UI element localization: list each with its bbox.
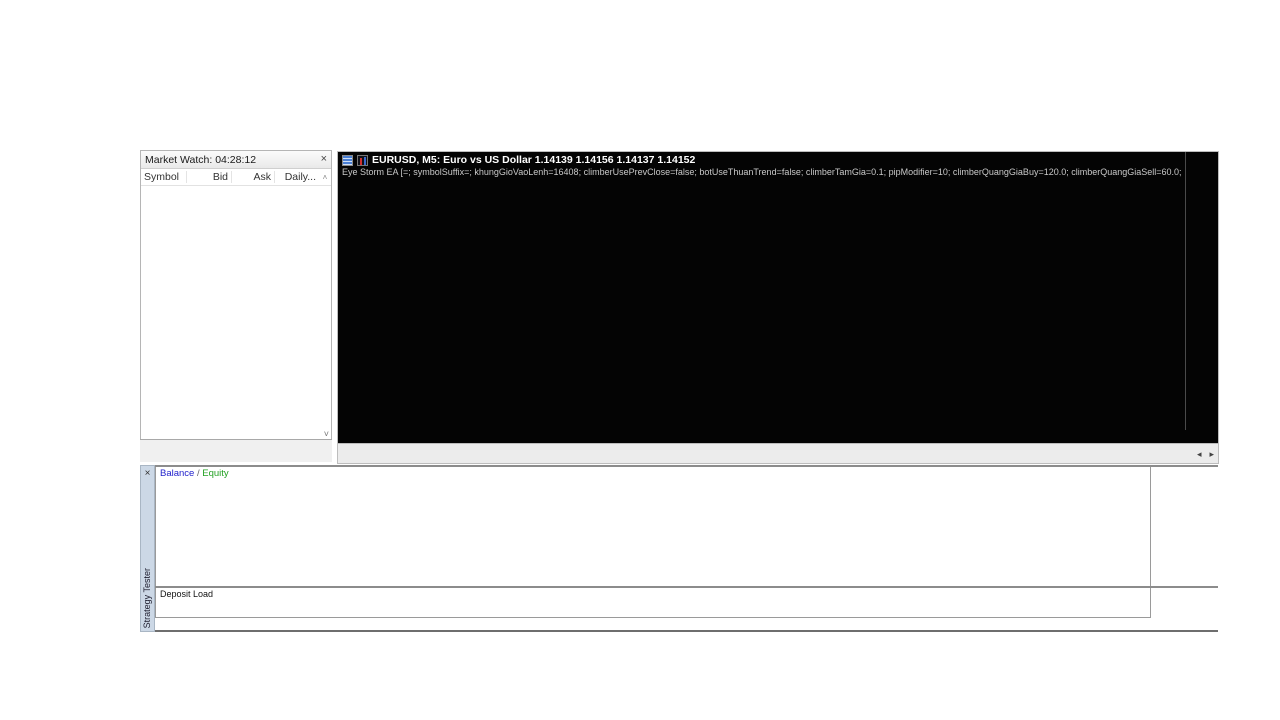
market-watch-panel: Market Watch: 04:28:12 × Symbol Bid Ask …	[140, 150, 332, 462]
balance-svg	[156, 467, 1150, 584]
column-symbol[interactable]: Symbol	[141, 171, 186, 183]
market-watch-title: Market Watch: 04:28:12	[145, 154, 256, 166]
balance-equity-chart[interactable]: Balance / Equity	[155, 467, 1151, 588]
deposit-load-label: Deposit Load	[160, 589, 213, 599]
scroll-down-icon[interactable]: ˅	[324, 429, 329, 439]
legend-equity: Equity	[202, 468, 228, 479]
market-watch-tabs	[140, 439, 332, 462]
price-axis[interactable]	[1185, 152, 1218, 430]
symbol-list-icon[interactable]	[342, 155, 353, 166]
deposit-load-chart[interactable]: Deposit Load	[155, 588, 1151, 618]
tester-main-area: Balance / Equity Deposit Load	[155, 465, 1218, 635]
chart-window: EURUSD, M5: Euro vs US Dollar 1.14139 1.…	[338, 152, 1218, 463]
market-watch-titlebar: Market Watch: 04:28:12 ×	[141, 151, 331, 169]
tab-scroll-left-icon[interactable]: ◂	[1197, 449, 1202, 460]
balance-equity-legend: Balance / Equity	[160, 468, 229, 479]
market-watch-column-header[interactable]: Symbol Bid Ask Daily... ˄	[141, 169, 331, 186]
tab-scroll-arrows: ◂ ▸	[1191, 444, 1214, 463]
strategy-tester-panel: × Strategy Tester Balance / Equity Depos…	[140, 465, 1218, 635]
close-icon[interactable]: ×	[321, 154, 327, 165]
divider	[155, 630, 1218, 632]
deposit-svg	[156, 588, 1150, 615]
scroll-up-icon[interactable]: ˄	[319, 173, 331, 182]
tab-scroll-right-icon[interactable]: ▸	[1209, 449, 1214, 460]
market-watch-rows: ˅	[141, 186, 331, 441]
chart-plot-area[interactable]: EURUSD, M5: Euro vs US Dollar 1.14139 1.…	[338, 152, 1185, 430]
column-ask[interactable]: Ask	[231, 171, 274, 183]
candlestick-svg	[338, 152, 1185, 430]
column-bid[interactable]: Bid	[186, 171, 231, 183]
chart-tab-bar: ◂ ▸	[338, 443, 1218, 463]
screenshot-root: Market Watch: 04:28:12 × Symbol Bid Ask …	[0, 0, 1280, 720]
legend-balance: Balance	[160, 468, 194, 479]
tester-panel-label: Strategy Tester	[142, 568, 152, 628]
tester-date-axis[interactable]	[155, 618, 1218, 630]
column-daily[interactable]: Daily...	[274, 171, 319, 183]
tester-side-strip: × Strategy Tester	[140, 465, 155, 632]
close-icon[interactable]: ×	[141, 468, 154, 479]
time-axis[interactable]	[338, 430, 1218, 443]
ea-parameters-text: Eye Storm EA [=; symbolSuffix=; khungGio…	[342, 167, 1182, 177]
chart-title: EURUSD, M5: Euro vs US Dollar 1.14139 1.…	[372, 154, 695, 166]
chart-titlebar: EURUSD, M5: Euro vs US Dollar 1.14139 1.…	[338, 152, 1185, 167]
tester-value-axis	[1167, 465, 1217, 625]
chart-type-icon[interactable]	[357, 155, 368, 166]
